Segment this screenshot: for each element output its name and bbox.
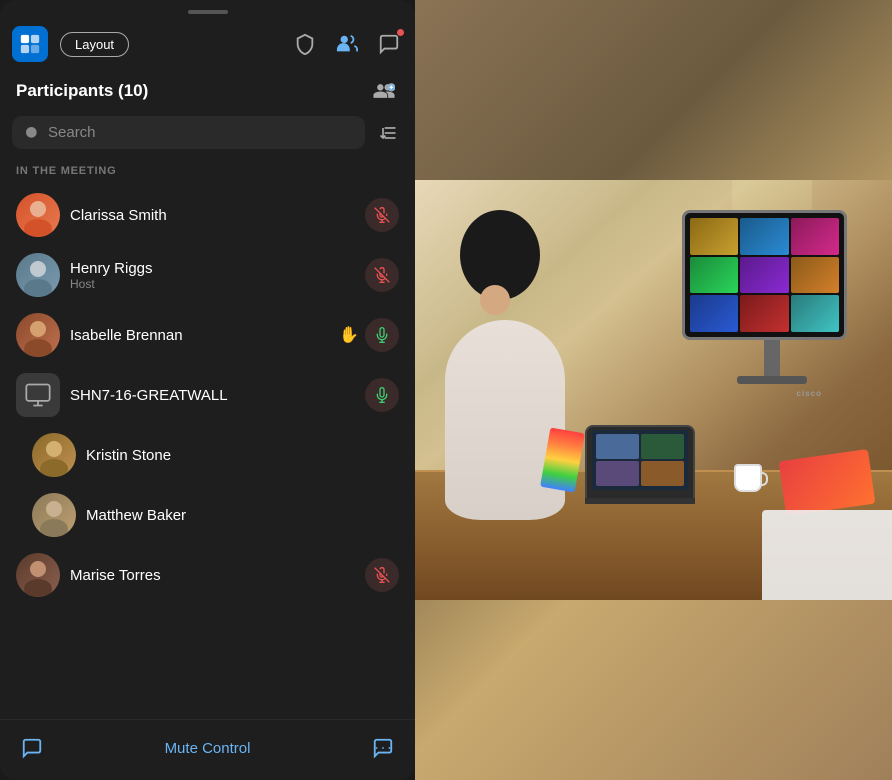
participant-name: Henry Riggs xyxy=(70,260,355,277)
participant-item[interactable]: Marise Torres xyxy=(8,545,407,605)
participant-actions xyxy=(365,558,399,592)
more-options-button[interactable] xyxy=(367,732,399,764)
layout-button[interactable]: Layout xyxy=(60,32,129,57)
bottom-bar: Mute Control xyxy=(0,719,415,780)
shield-icon[interactable] xyxy=(291,30,319,58)
participant-item[interactable]: Kristin Stone xyxy=(8,425,407,485)
participant-actions: ✋ xyxy=(339,318,399,352)
avatar xyxy=(16,193,60,237)
participant-actions xyxy=(365,378,399,412)
search-input-wrap[interactable] xyxy=(12,116,365,149)
avatar xyxy=(16,313,60,357)
chat-bottom-icon[interactable] xyxy=(16,732,48,764)
participants-panel: Layout xyxy=(0,0,415,780)
participants-header: Participants (10) xyxy=(0,72,415,116)
participant-item[interactable]: Isabelle Brennan ✋ xyxy=(8,305,407,365)
search-input[interactable] xyxy=(48,124,353,141)
participant-info: Matthew Baker xyxy=(86,507,399,524)
participant-item[interactable]: Clarissa Smith xyxy=(8,185,407,245)
participant-info: SHN7-16-GREATWALL xyxy=(70,387,355,404)
participant-role: Host xyxy=(70,277,355,291)
participant-name: Matthew Baker xyxy=(86,507,399,524)
video-panel: cisco xyxy=(415,0,892,780)
add-participant-button[interactable] xyxy=(369,76,399,106)
search-container xyxy=(0,116,415,161)
participants-title: Participants (10) xyxy=(16,81,148,101)
participants-active-icon[interactable] xyxy=(333,30,361,58)
drag-handle[interactable] xyxy=(188,10,228,14)
mute-button[interactable] xyxy=(365,318,399,352)
top-bar: Layout xyxy=(0,20,415,72)
top-icons xyxy=(291,30,403,58)
participant-info: Isabelle Brennan xyxy=(70,327,329,344)
participant-info: Henry Riggs Host xyxy=(70,260,355,291)
participant-item[interactable]: SHN7-16-GREATWALL xyxy=(8,365,407,425)
video-background: cisco xyxy=(415,0,892,780)
avatar xyxy=(32,493,76,537)
avatar xyxy=(16,553,60,597)
mute-control-button[interactable]: Mute Control xyxy=(165,740,251,757)
participant-name: Clarissa Smith xyxy=(70,207,355,224)
participant-info: Kristin Stone xyxy=(86,447,399,464)
participant-name: Marise Torres xyxy=(70,567,355,584)
avatar xyxy=(32,433,76,477)
mute-button[interactable] xyxy=(365,378,399,412)
mute-button[interactable] xyxy=(365,558,399,592)
hand-raised-icon: ✋ xyxy=(339,325,359,345)
room-scene: cisco xyxy=(415,180,892,600)
notification-badge xyxy=(396,28,405,37)
in-meeting-label: IN THE MEETING xyxy=(0,161,415,185)
search-icon xyxy=(24,125,40,141)
chat-icon[interactable] xyxy=(375,30,403,58)
participants-list: Clarissa Smith xyxy=(0,185,415,719)
participant-name: Isabelle Brennan xyxy=(70,327,329,344)
participant-info: Marise Torres xyxy=(70,567,355,584)
participant-info: Clarissa Smith xyxy=(70,207,355,224)
participant-item[interactable]: Henry Riggs Host xyxy=(8,245,407,305)
participant-item[interactable]: Matthew Baker xyxy=(8,485,407,545)
mute-button[interactable] xyxy=(365,258,399,292)
avatar xyxy=(16,373,60,417)
participant-actions xyxy=(365,198,399,232)
app-icon xyxy=(12,26,48,62)
sort-button[interactable] xyxy=(373,118,403,148)
participant-actions xyxy=(365,258,399,292)
participant-name: Kristin Stone xyxy=(86,447,399,464)
avatar xyxy=(16,253,60,297)
participant-name: SHN7-16-GREATWALL xyxy=(70,387,355,404)
mute-button[interactable] xyxy=(365,198,399,232)
